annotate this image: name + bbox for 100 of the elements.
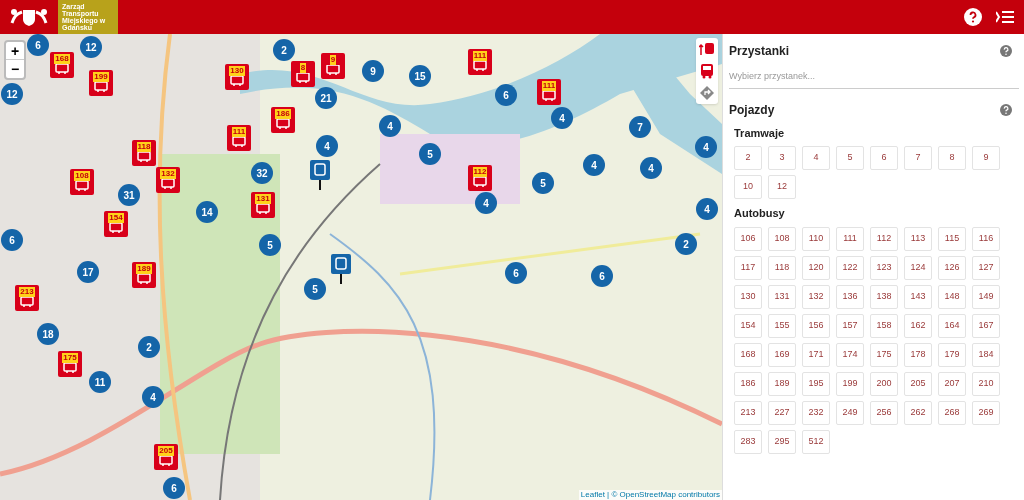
cluster-marker[interactable]: 6: [495, 84, 517, 106]
help-icon[interactable]: [1000, 103, 1012, 116]
line-button[interactable]: 126: [938, 255, 966, 280]
map-area[interactable]: 6 12 2 9 15 12 21 6 4 4 7 4 5 4 32 4 4 31 5 14 4 4 6 5 2 17 6 6 5 18 2 11 4 6 168 9 111 199 130 8 111 186 111 118 108 132 112 131 154 189 213 175 205 + − Leaflet | © OpenStreetMap contributors: [0, 34, 722, 500]
vehicle-marker[interactable]: 189: [132, 262, 156, 288]
line-button[interactable]: 7: [904, 146, 932, 170]
line-button[interactable]: 138: [870, 284, 898, 309]
line-button[interactable]: 189: [768, 371, 796, 396]
line-button[interactable]: 269: [972, 400, 1000, 425]
line-button[interactable]: 6: [870, 146, 898, 170]
cluster-marker[interactable]: 4: [379, 115, 401, 137]
vehicle-marker[interactable]: 112: [468, 165, 492, 191]
line-button[interactable]: 156: [802, 313, 830, 338]
vehicle-marker[interactable]: 168: [50, 52, 74, 78]
line-button[interactable]: 3: [768, 146, 796, 170]
line-button[interactable]: 117: [734, 255, 762, 280]
line-button[interactable]: 132: [802, 284, 830, 309]
vehicle-marker[interactable]: 186: [271, 107, 295, 133]
line-button[interactable]: 512: [802, 429, 830, 454]
cluster-marker[interactable]: 21: [315, 87, 337, 109]
map-attribution[interactable]: Leaflet | © OpenStreetMap contributors: [578, 490, 722, 500]
menu-icon[interactable]: [996, 10, 1014, 24]
line-button[interactable]: 205: [904, 371, 932, 396]
cluster-marker[interactable]: 5: [532, 172, 554, 194]
line-button[interactable]: 283: [734, 429, 762, 454]
bus-stop-pin-icon[interactable]: [310, 160, 330, 190]
line-button[interactable]: 256: [870, 400, 898, 425]
line-button[interactable]: 116: [972, 226, 1000, 251]
vehicle-marker[interactable]: 199: [89, 70, 113, 96]
vehicle-marker[interactable]: 213: [15, 285, 39, 311]
line-button[interactable]: 168: [734, 342, 762, 367]
line-button[interactable]: 2: [734, 146, 762, 170]
bus-stop-pin-icon[interactable]: [331, 254, 351, 284]
help-icon[interactable]: [964, 8, 982, 26]
vehicle-marker[interactable]: 118: [132, 140, 156, 166]
line-button[interactable]: 167: [972, 313, 1000, 338]
cluster-marker[interactable]: 6: [505, 262, 527, 284]
line-button[interactable]: 175: [870, 342, 898, 367]
line-button[interactable]: 164: [938, 313, 966, 338]
help-icon[interactable]: [1000, 45, 1012, 57]
line-button[interactable]: 111: [836, 226, 864, 251]
line-button[interactable]: 122: [836, 255, 864, 280]
line-button[interactable]: 169: [768, 342, 796, 367]
cluster-marker[interactable]: 9: [362, 60, 384, 82]
line-button[interactable]: 249: [836, 400, 864, 425]
vehicle-marker[interactable]: 111: [537, 79, 561, 105]
vehicle-marker[interactable]: 111: [468, 49, 492, 75]
cluster-marker[interactable]: 2: [675, 233, 697, 255]
line-button[interactable]: 106: [734, 226, 762, 251]
cluster-marker[interactable]: 4: [475, 192, 497, 214]
cluster-marker[interactable]: 4: [316, 135, 338, 157]
line-button[interactable]: 136: [836, 284, 864, 309]
line-button[interactable]: 210: [972, 371, 1000, 396]
vehicle-marker[interactable]: 132: [156, 167, 180, 193]
line-button[interactable]: 268: [938, 400, 966, 425]
vehicle-marker[interactable]: 9: [321, 53, 345, 79]
line-button[interactable]: 184: [972, 342, 1000, 367]
line-button[interactable]: 157: [836, 313, 864, 338]
stop-search-field[interactable]: Wybierz przystanek...: [729, 66, 1019, 89]
line-button[interactable]: 130: [734, 284, 762, 309]
vehicle-marker[interactable]: 205: [154, 444, 178, 470]
line-button[interactable]: 123: [870, 255, 898, 280]
vehicle-marker[interactable]: 111: [227, 125, 251, 151]
cluster-marker[interactable]: 7: [629, 116, 651, 138]
line-button[interactable]: 162: [904, 313, 932, 338]
line-button[interactable]: 155: [768, 313, 796, 338]
zoom-in-button[interactable]: +: [6, 42, 24, 60]
line-button[interactable]: 232: [802, 400, 830, 425]
cluster-marker[interactable]: 4: [640, 157, 662, 179]
cluster-marker[interactable]: 4: [696, 198, 718, 220]
vehicle-marker[interactable]: 108: [70, 169, 94, 195]
line-button[interactable]: 5: [836, 146, 864, 170]
line-button[interactable]: 213: [734, 400, 762, 425]
line-button[interactable]: 9: [972, 146, 1000, 170]
vehicle-marker[interactable]: 131: [251, 192, 275, 218]
line-button[interactable]: 158: [870, 313, 898, 338]
line-button[interactable]: 171: [802, 342, 830, 367]
line-button[interactable]: 174: [836, 342, 864, 367]
line-button[interactable]: 110: [802, 226, 830, 251]
vehicle-marker[interactable]: 8: [291, 61, 315, 87]
line-button[interactable]: 148: [938, 284, 966, 309]
vehicle-marker[interactable]: 154: [104, 211, 128, 237]
cluster-marker[interactable]: 6: [591, 265, 613, 287]
line-button[interactable]: 199: [836, 371, 864, 396]
line-button[interactable]: 295: [768, 429, 796, 454]
line-button[interactable]: 12: [768, 175, 796, 199]
line-button[interactable]: 120: [802, 255, 830, 280]
line-button[interactable]: 127: [972, 255, 1000, 280]
line-button[interactable]: 4: [802, 146, 830, 170]
line-button[interactable]: 131: [768, 284, 796, 309]
line-button[interactable]: 200: [870, 371, 898, 396]
line-button[interactable]: 108: [768, 226, 796, 251]
line-button[interactable]: 195: [802, 371, 830, 396]
cluster-marker[interactable]: 5: [304, 278, 326, 300]
line-button[interactable]: 10: [734, 175, 762, 199]
line-button[interactable]: 179: [938, 342, 966, 367]
zoom-out-button[interactable]: −: [6, 60, 24, 78]
line-button[interactable]: 113: [904, 226, 932, 251]
line-button[interactable]: 207: [938, 371, 966, 396]
directions-icon[interactable]: [699, 85, 715, 101]
